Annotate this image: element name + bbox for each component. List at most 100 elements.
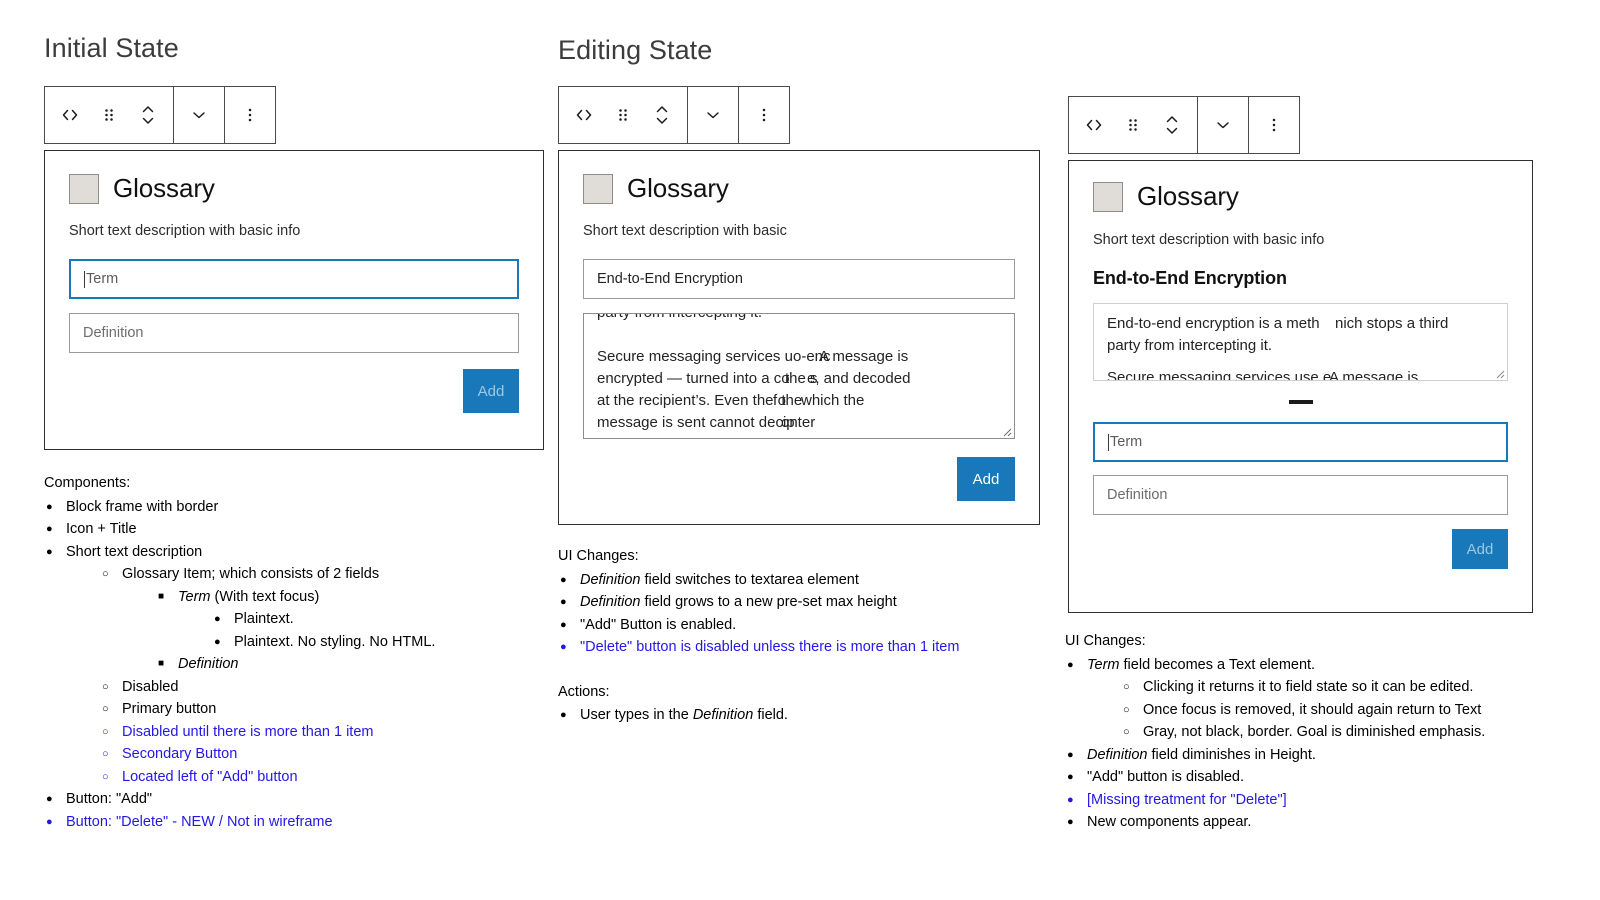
- toolbar-group-left: [45, 87, 174, 143]
- move-updown-icon[interactable]: [649, 96, 675, 134]
- term-placeholder: Term: [86, 271, 119, 287]
- notes-list: Definition field switches to textarea el…: [558, 569, 1063, 659]
- toolbar-group-dropdown: [174, 87, 225, 143]
- move-updown-icon[interactable]: [135, 96, 161, 134]
- definition-placeholder: Definition: [1107, 487, 1168, 503]
- definition-clipped-line: Secure messaging services use e A messag…: [1107, 367, 1495, 381]
- definition-line-text: message is sent cannot decip: [597, 414, 795, 431]
- notes-sublist: Plaintext.Plaintext. No styling. No HTML…: [212, 608, 544, 653]
- toolbar-group-more: [739, 87, 789, 143]
- glossary-block-icon: [69, 173, 99, 204]
- note-item: Secondary Button: [100, 743, 544, 766]
- note-item: Plaintext.: [212, 608, 544, 631]
- definition-line-text: Secure messaging services u: [597, 348, 793, 365]
- note-emphasis: Definition: [178, 656, 239, 672]
- term-static-text[interactable]: End-to-End Encryption: [1093, 268, 1508, 289]
- chevron-down-icon[interactable]: [1210, 106, 1236, 144]
- definition-clipped-line: party from intercepting it.: [597, 314, 1002, 324]
- text-caret: [1108, 433, 1109, 451]
- toolbar-group-more: [1249, 97, 1299, 153]
- block-title: Glossary: [113, 173, 215, 203]
- note-item: "Add" Button is enabled.: [558, 614, 1063, 637]
- definition-line-text: End-to-end encryption is a meth: [1107, 315, 1320, 332]
- block-description: Short text description with basic: [583, 223, 787, 239]
- note-item: [Missing treatment for "Delete"]: [1065, 789, 1588, 812]
- definition-overlay-text: A message is: [819, 348, 909, 365]
- glossary-block-initial: Glossary Short text description with bas…: [44, 150, 544, 450]
- chevron-down-icon[interactable]: [186, 96, 212, 134]
- notes-sublist: Term (With text focus)Plaintext.Plaintex…: [156, 586, 544, 676]
- add-button[interactable]: Add: [957, 457, 1015, 501]
- definition-line-text: party from intercepting it.: [1107, 337, 1273, 354]
- note-item: Short text descriptionGlossary Item; whi…: [44, 541, 544, 789]
- definition-placeholder: Definition: [83, 325, 144, 341]
- definition-input[interactable]: Definition: [1093, 475, 1508, 515]
- note-emphasis: Term: [1087, 656, 1120, 673]
- glossary-block-final: Glossary Short text description with bas…: [1068, 160, 1533, 613]
- block-header: Glossary: [583, 173, 1015, 204]
- note-item: Once focus is removed, it should again r…: [1121, 699, 1588, 722]
- definition-overlay-text: f the: [773, 392, 803, 409]
- notes-sublist: Term field becomes a Text element.Clicki…: [1065, 654, 1588, 834]
- term-placeholder: Term: [1110, 434, 1143, 450]
- definition-line: End-to-end encryption is a meth nich stop…: [1107, 313, 1495, 335]
- notes-sublist: Block frame with borderIcon + TitleShort…: [44, 496, 544, 834]
- note-item: Primary button: [100, 698, 544, 721]
- collapse-divider-icon[interactable]: [1288, 400, 1313, 404]
- note-item: Clicking it returns it to field state so…: [1121, 676, 1588, 699]
- definition-text-body: Secure messaging services u o-enc A messag…: [597, 346, 1002, 434]
- glossary-block-icon: [583, 173, 613, 204]
- more-vertical-icon[interactable]: [751, 96, 777, 134]
- note-item: Block frame with border: [44, 496, 544, 519]
- glossary-block-editing: Glossary Short text description with bas…: [558, 150, 1040, 525]
- term-input[interactable]: Term: [1093, 422, 1508, 462]
- note-item: "Add" button is disabled.: [1065, 766, 1588, 789]
- definition-line-text: at the recipient’s. Even the o: [597, 392, 787, 409]
- block-description: Short text description with basic info: [69, 223, 301, 239]
- term-input[interactable]: Term: [69, 259, 519, 299]
- move-updown-icon[interactable]: [1159, 106, 1185, 144]
- block-header: Glossary: [1093, 181, 1508, 212]
- block-description: Short text description with basic info: [1093, 232, 1325, 248]
- note-emphasis: Term: [178, 588, 211, 605]
- toolbar-group-dropdown: [1198, 97, 1249, 153]
- definition-overlay-text: which the: [801, 392, 865, 409]
- drag-handle-icon[interactable]: [610, 96, 636, 134]
- block-toolbar-editing[interactable]: [558, 86, 790, 144]
- definition-line: at the recipient’s. Even the of the whic…: [597, 390, 1002, 412]
- add-button[interactable]: Add: [1452, 529, 1508, 569]
- more-vertical-icon[interactable]: [1261, 106, 1287, 144]
- note-item: Definition field grows to a new pre-set …: [558, 591, 1063, 614]
- block-header: Glossary: [69, 173, 519, 204]
- note-emphasis: Definition: [1087, 746, 1148, 763]
- note-item: Button: "Add": [44, 788, 544, 811]
- drag-handle-icon[interactable]: [1120, 106, 1146, 144]
- add-button[interactable]: Add: [463, 369, 519, 413]
- ui-changes-notes: UI Changes: Definition field switches to…: [558, 545, 1063, 727]
- note-item: Located left of "Add" button: [100, 766, 544, 789]
- notes-title: UI Changes:: [558, 548, 639, 564]
- note-item: Button: "Delete" - NEW / Not in wirefram…: [44, 811, 544, 834]
- note-item: Disabled until there is more than 1 item: [100, 721, 544, 744]
- initial-state-heading: Initial State: [44, 33, 179, 63]
- more-vertical-icon[interactable]: [237, 96, 263, 134]
- definition-textarea[interactable]: party from intercepting it. Secure messa…: [583, 313, 1015, 439]
- note-item: Definition: [156, 653, 544, 676]
- notes-list: Block frame with borderIcon + TitleShort…: [44, 496, 544, 834]
- chevron-down-icon[interactable]: [700, 96, 726, 134]
- notes-sublist: User types in the Definition field.: [558, 704, 1063, 727]
- note-item: Icon + Title: [44, 518, 544, 541]
- note-emphasis: Definition: [692, 707, 754, 723]
- block-toolbar-final[interactable]: [1068, 96, 1300, 154]
- definition-textarea[interactable]: End-to-end encryption is a meth nich stop…: [1093, 303, 1508, 381]
- definition-input[interactable]: Definition: [69, 313, 519, 353]
- term-input[interactable]: End-to-End Encryption: [583, 259, 1015, 299]
- code-icon[interactable]: [1081, 106, 1107, 144]
- code-icon[interactable]: [571, 96, 597, 134]
- notes-title: UI Changes:: [1065, 633, 1146, 649]
- code-icon[interactable]: [57, 96, 83, 134]
- drag-handle-icon[interactable]: [96, 96, 122, 134]
- toolbar-group-left: [1069, 97, 1198, 153]
- definition-clipped-overlay: A message is: [1329, 369, 1419, 381]
- block-toolbar-initial[interactable]: [44, 86, 276, 144]
